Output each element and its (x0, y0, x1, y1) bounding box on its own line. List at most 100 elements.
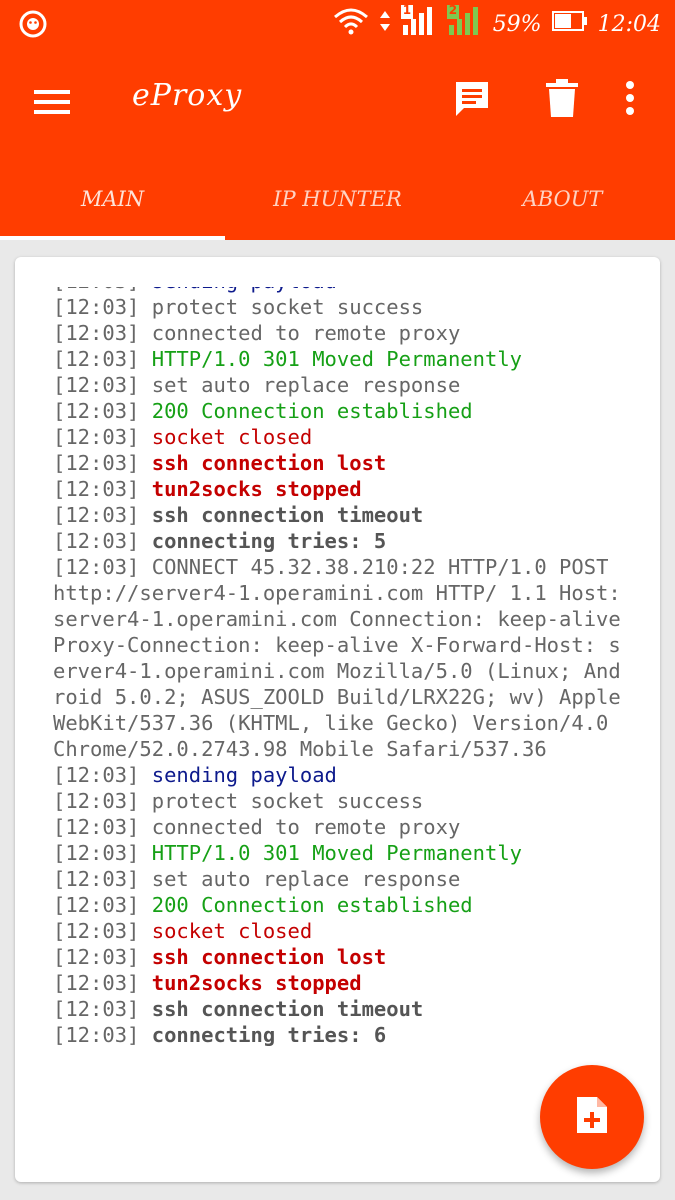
log-timestamp: [12:03] (53, 399, 140, 423)
log-message: tun2socks stopped (151, 477, 362, 501)
log-entry: [12:03] ssh connection lost (53, 450, 628, 476)
log-timestamp: [12:03] (53, 347, 140, 371)
tab-about[interactable]: ABOUT (450, 158, 675, 240)
log-timestamp: [12:03] (53, 919, 140, 943)
log-message: ssh connection timeout (151, 997, 424, 1021)
log-entry: [12:03] set auto replace response (53, 866, 628, 892)
log-message: sending payload (151, 763, 337, 787)
log-timestamp: [12:03] (53, 789, 140, 813)
log-timestamp: [12:03] (53, 971, 140, 995)
overflow-menu-button[interactable] (606, 76, 654, 124)
tab-ip-hunter[interactable]: IP HUNTER (225, 158, 450, 240)
log-entry: [12:03] protect socket success (53, 788, 628, 814)
log-entry: [12:03] socket closed (53, 424, 628, 450)
trash-icon (544, 78, 580, 122)
log-entry: [12:03] socket closed (53, 918, 628, 944)
log-message: sending payload (152, 287, 337, 293)
log-entry: [12:03] sending payload (53, 287, 628, 294)
log-entry: [12:03] HTTP/1.0 301 Moved Permanently (53, 346, 628, 372)
tab-about-label: ABOUT (522, 187, 603, 211)
log-message: connected to remote proxy (151, 815, 461, 839)
log-message: 200 Connection established (151, 399, 473, 423)
log-timestamp: [12:03] (53, 555, 140, 579)
log-entry: [12:03] ssh connection timeout (53, 996, 628, 1022)
log-message: connecting tries: 5 (151, 529, 387, 553)
log-message: socket closed (151, 919, 313, 943)
log-card: [12:03] sending payload[12:03] protect s… (15, 257, 660, 1182)
log-entry: [12:03] ssh connection timeout (53, 502, 628, 528)
log-timestamp: [12:03] (53, 893, 140, 917)
log-entry: [12:03] 200 Connection established (53, 398, 628, 424)
log-entry: [12:03] HTTP/1.0 301 Moved Permanently (53, 840, 628, 866)
tab-indicator (0, 236, 225, 240)
log-timestamp: [12:03] (53, 867, 140, 891)
app-notification-icon (18, 9, 48, 39)
app-bar: eProxy (0, 48, 675, 158)
tab-main[interactable]: MAIN (0, 158, 225, 240)
add-config-fab[interactable] (540, 1065, 644, 1169)
log-message: 200 Connection established (151, 893, 473, 917)
log-timestamp: [12:03] (53, 763, 140, 787)
sim1-label: 1 (402, 3, 412, 17)
message-icon (452, 78, 492, 122)
status-bar: 1 2 59% 12:04 (0, 0, 675, 48)
log-timestamp: [12:03] (53, 287, 139, 293)
battery-icon (551, 10, 588, 38)
log-message: CONNECT 45.32.38.210:22 HTTP/1.0 POST ht… (53, 555, 621, 761)
delete-log-button[interactable] (538, 76, 586, 124)
log-message: protect socket success (151, 789, 424, 813)
log-message: socket closed (151, 425, 313, 449)
log-entry: [12:03] connected to remote proxy (53, 814, 628, 840)
sim2-label: 2 (448, 3, 458, 17)
log-timestamp: [12:03] (53, 815, 140, 839)
log-entry: [12:03] connected to remote proxy (53, 320, 628, 346)
log-timestamp: [12:03] (53, 529, 140, 553)
log-entry: [12:03] ssh connection lost (53, 944, 628, 970)
log-entry: [12:03] sending payload (53, 762, 628, 788)
log-message: set auto replace response (151, 373, 461, 397)
log-timestamp: [12:03] (53, 477, 140, 501)
log-scroll-area[interactable]: [12:03] sending payload[12:03] protect s… (15, 287, 660, 1147)
more-vert-icon (624, 80, 636, 120)
log-timestamp: [12:03] (53, 503, 140, 527)
log-entry: [12:03] connecting tries: 5 (53, 528, 628, 554)
log-timestamp: [12:03] (53, 451, 140, 475)
log-entry: [12:03] connecting tries: 6 (53, 1022, 628, 1048)
log-message: HTTP/1.0 301 Moved Permanently (151, 841, 523, 865)
log-message: protect socket success (151, 295, 424, 319)
log-entry: [12:03] tun2socks stopped (53, 476, 628, 502)
log-message: connected to remote proxy (151, 321, 461, 345)
battery-percent: 59% (492, 11, 542, 37)
log-timestamp: [12:03] (53, 295, 140, 319)
log-timestamp: [12:03] (53, 1023, 140, 1047)
log-entry: [12:03] set auto replace response (53, 372, 628, 398)
tab-main-label: MAIN (80, 187, 145, 211)
tab-ip-hunter-label: IP HUNTER (273, 187, 402, 211)
sim1-signal-icon: 1 (400, 3, 437, 43)
app-title: eProxy (132, 78, 243, 113)
log-timestamp: [12:03] (53, 321, 140, 345)
log-timestamp: [12:03] (53, 425, 140, 449)
log-entry: [12:03] protect socket success (53, 294, 628, 320)
log-timestamp: [12:03] (53, 945, 140, 969)
log-message: set auto replace response (151, 867, 461, 891)
log-list: [12:03] sending payload[12:03] protect s… (53, 287, 628, 1048)
wifi-icon (333, 7, 369, 41)
status-icons: 1 2 59% 12:04 (333, 3, 661, 43)
log-entry: [12:03] tun2socks stopped (53, 970, 628, 996)
log-entry: [12:03] CONNECT 45.32.38.210:22 HTTP/1.0… (53, 554, 628, 762)
menu-button[interactable] (32, 82, 72, 122)
log-message: tun2socks stopped (151, 971, 362, 995)
tab-bar: MAIN IP HUNTER ABOUT (0, 158, 675, 240)
log-message-button[interactable] (448, 76, 496, 124)
data-transfer-icon (379, 7, 391, 41)
add-file-icon (575, 1095, 609, 1139)
log-entry: [12:03] 200 Connection established (53, 892, 628, 918)
hamburger-menu-icon (32, 90, 72, 126)
sim2-signal-icon: 2 (446, 3, 483, 43)
log-timestamp: [12:03] (53, 841, 140, 865)
log-message: ssh connection lost (151, 945, 387, 969)
clock: 12:04 (597, 11, 661, 37)
log-message: HTTP/1.0 301 Moved Permanently (151, 347, 523, 371)
log-message: ssh connection timeout (151, 503, 424, 527)
